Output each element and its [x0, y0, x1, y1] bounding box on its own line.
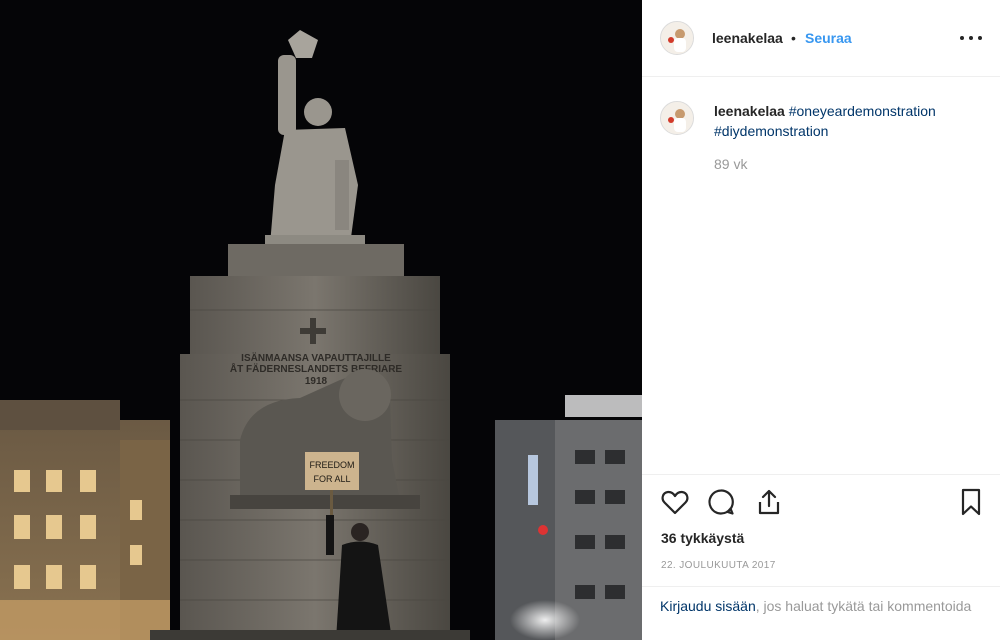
photo-scene: ISÄNMAANSA VAPAUTTAJILLE ÅT FÄDERNESLAND…: [0, 30, 642, 640]
hashtag-link[interactable]: #diydemonstration: [714, 123, 828, 139]
follow-button[interactable]: Seuraa: [805, 30, 852, 46]
login-prompt-text: , jos haluat tykätä tai kommentoida: [755, 598, 972, 614]
comment-icon[interactable]: [706, 487, 736, 517]
post-side-panel: leenakelaa • Seuraa leenakelaa #oneyeard…: [642, 0, 1000, 640]
bookmark-icon[interactable]: [956, 487, 986, 517]
inscription-line-1: ISÄNMAANSA VAPAUTTAJILLE: [241, 351, 391, 364]
posted-ago[interactable]: 89 vk: [714, 156, 747, 172]
separator-dot: •: [791, 30, 796, 46]
sign-line-2: FOR ALL: [313, 474, 350, 484]
login-prompt: Kirjaudu sisään, jos haluat tykätä tai k…: [642, 586, 1000, 640]
left-building: [0, 400, 170, 640]
right-building: [495, 395, 642, 640]
avatar-image: [661, 22, 693, 54]
caption-text: leenakelaa #oneyeardemonstration #diydem…: [714, 101, 984, 141]
hashtag-link[interactable]: #oneyeardemonstration: [789, 103, 936, 119]
caption-avatar[interactable]: [660, 101, 694, 135]
post-date[interactable]: 22. JOULUKUUTA 2017: [661, 560, 776, 571]
statue: [265, 30, 365, 249]
more-options-icon[interactable]: [958, 26, 984, 50]
share-icon[interactable]: [754, 487, 784, 517]
avatar-image: [661, 102, 693, 134]
post-photo[interactable]: ISÄNMAANSA VAPAUTTAJILLE ÅT FÄDERNESLAND…: [0, 0, 642, 640]
post-header: leenakelaa • Seuraa: [642, 0, 1000, 77]
caption-username[interactable]: leenakelaa: [714, 103, 785, 119]
action-bar: 36 tykkäystä 22. JOULUKUUTA 2017: [642, 474, 1000, 586]
avatar[interactable]: [660, 21, 694, 55]
inscription-line-3: 1918: [305, 376, 328, 387]
heart-icon[interactable]: [660, 487, 690, 517]
sign-line-1: FREEDOM: [310, 460, 355, 470]
ground: [150, 630, 470, 640]
likes-count[interactable]: 36 tykkäystä: [661, 530, 744, 546]
username-link[interactable]: leenakelaa: [712, 30, 783, 46]
login-link[interactable]: Kirjaudu sisään: [660, 598, 756, 614]
